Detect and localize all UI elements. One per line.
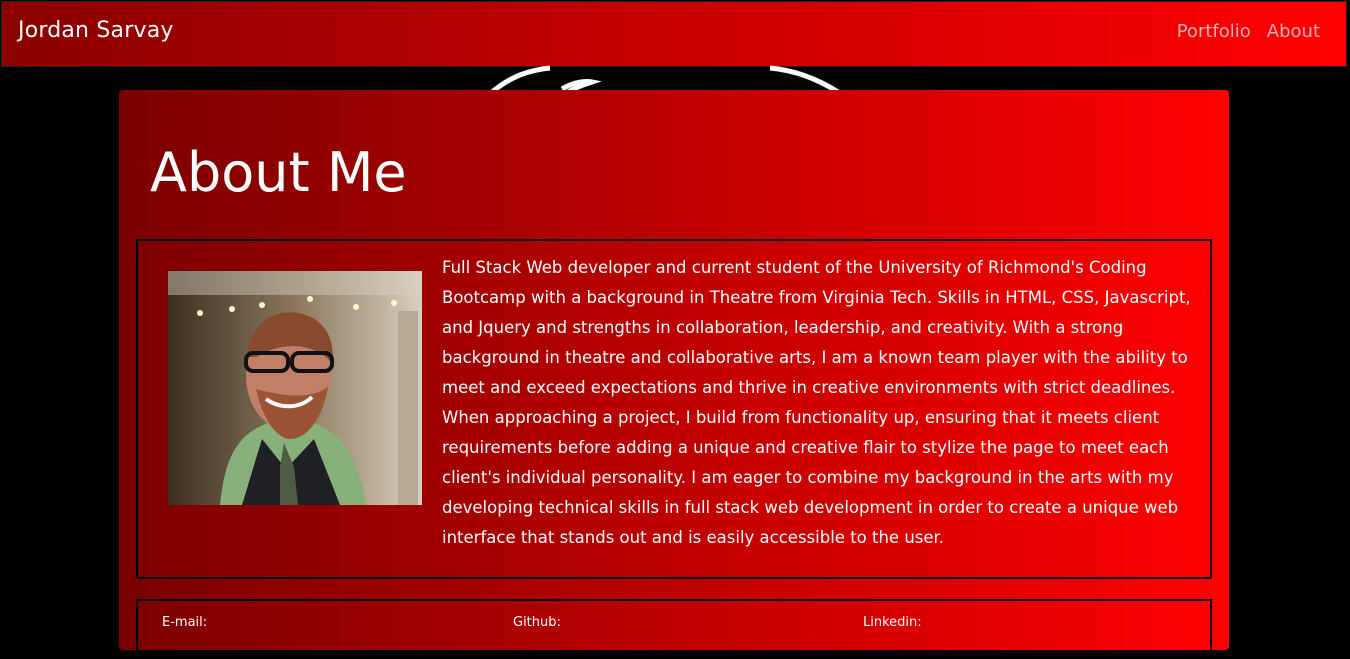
email-label: E-mail: [162,615,208,630]
about-bio: Full Stack Web developer and current stu… [442,258,1191,547]
contact-section: E-mail: Github: Linkedin: [136,599,1212,659]
nav-link-about[interactable]: About [1267,21,1320,42]
page-title: About Me [150,141,407,204]
about-card: About Me Full Stack Web developer and cu… [119,90,1229,659]
about-section: Full Stack Web developer and current stu… [136,239,1212,579]
nav-link-portfolio[interactable]: Portfolio [1177,21,1251,42]
linkedin-label: Linkedin: [863,615,922,630]
profile-photo-illustration [168,271,422,505]
github-label: Github: [513,615,561,630]
profile-photo [168,271,422,505]
nav-links: Portfolio About [1177,21,1320,42]
brand-link[interactable]: Jordan Sarvay [18,18,174,43]
